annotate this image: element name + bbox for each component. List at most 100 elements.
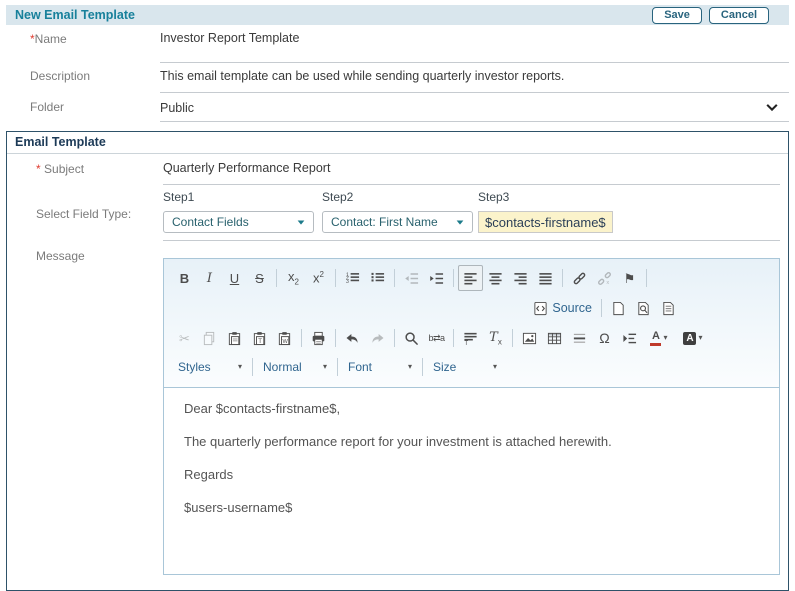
name-label: *Name — [6, 25, 160, 63]
step1-select[interactable]: Contact Fields — [163, 211, 314, 233]
toolbar-separator — [646, 269, 647, 287]
remove-format-button[interactable]: Tx — [483, 325, 508, 351]
select-all-button[interactable]: T — [458, 325, 483, 351]
underline-button[interactable]: U — [222, 265, 247, 291]
editor-content[interactable]: Dear $contacts-firstname$,The quarterly … — [164, 388, 779, 574]
horizontal-rule-button[interactable] — [567, 325, 592, 351]
combo-font[interactable]: Font▾ — [342, 356, 418, 378]
step2-select[interactable]: Contact: First Name — [322, 211, 473, 233]
copy-icon — [202, 331, 217, 346]
source-button[interactable]: Source — [528, 295, 597, 321]
combo-size-label: Size — [433, 360, 456, 374]
undo-button[interactable] — [340, 325, 365, 351]
replace-icon: b⇄a — [428, 334, 444, 343]
strike-icon: S — [255, 272, 264, 285]
step3-column: Step3 $contacts-firstname$ — [478, 189, 618, 240]
superscript-icon: x2 — [313, 271, 324, 284]
field-type-steps: Step1 Contact Fields Step2 Contact: Firs… — [163, 185, 780, 241]
required-mark: * — [36, 162, 41, 176]
preview-button[interactable] — [631, 295, 656, 321]
paste-button[interactable] — [222, 325, 247, 351]
header-bar: New Email Template Save Cancel — [6, 5, 789, 25]
combo-normal[interactable]: Normal▾ — [257, 356, 333, 378]
step2-value: Contact: First Name — [331, 215, 438, 229]
text-color-button[interactable]: A▾ — [642, 325, 676, 351]
anchor-button[interactable]: ⚑ — [617, 265, 642, 291]
templates-button[interactable] — [656, 295, 681, 321]
message-row: Message BIUSx2x2123x⚑ Source ✂TWb⇄aTTxΩA… — [7, 241, 788, 575]
toolbar-separator — [562, 269, 563, 287]
strike-button[interactable]: S — [247, 265, 272, 291]
indent-button[interactable] — [424, 265, 449, 291]
toolbar-separator — [394, 329, 395, 347]
numbered-list-icon: 123 — [345, 271, 360, 286]
subject-row: * Subject Quarterly Performance Report — [7, 154, 788, 185]
step1-label: Step1 — [163, 190, 322, 204]
paste-word-button[interactable]: W — [272, 325, 297, 351]
combo-styles[interactable]: Styles▾ — [172, 356, 248, 378]
source-button-label: Source — [552, 301, 592, 315]
toolbar-row-combos: Styles▾ Normal▾ Font▾ Size▾ — [172, 353, 771, 381]
redo-icon — [370, 331, 385, 346]
preview-icon — [636, 301, 651, 316]
bold-icon: B — [180, 272, 189, 285]
align-right-button[interactable] — [508, 265, 533, 291]
folder-label: Folder — [6, 93, 160, 122]
svg-text:x: x — [606, 280, 609, 286]
message-label: Message — [7, 241, 163, 575]
step3-merge-field-input[interactable]: $contacts-firstname$ — [478, 211, 613, 233]
bold-button[interactable]: B — [172, 265, 197, 291]
special-char-button[interactable]: Ω — [592, 325, 617, 351]
new-page-button[interactable] — [606, 295, 631, 321]
toolbar-separator — [301, 329, 302, 347]
bulleted-list-icon — [370, 271, 385, 286]
message-paragraph: Regards — [184, 467, 759, 482]
field-type-label: Select Field Type: — [7, 185, 163, 241]
cut-icon: ✂ — [179, 332, 190, 345]
image-button[interactable] — [517, 325, 542, 351]
align-left-button[interactable] — [458, 265, 483, 291]
template-info-form: *Name Investor Report Template Descripti… — [6, 25, 789, 122]
color-caret-icon: ▾ — [663, 334, 667, 342]
name-input[interactable]: Investor Report Template — [160, 25, 789, 63]
redo-button — [365, 325, 390, 351]
description-input[interactable]: This email template can be used while se… — [160, 63, 789, 93]
toolbar-separator — [337, 358, 338, 376]
cut-button: ✂ — [172, 325, 197, 351]
justify-button[interactable] — [533, 265, 558, 291]
link-button[interactable] — [567, 265, 592, 291]
toolbar-separator — [422, 358, 423, 376]
toolbar-separator — [252, 358, 253, 376]
page-break-button[interactable] — [617, 325, 642, 351]
subscript-icon: x2 — [288, 270, 299, 287]
svg-text:W: W — [283, 339, 289, 345]
bulleted-list-button[interactable] — [365, 265, 390, 291]
combo-normal-label: Normal — [263, 360, 302, 374]
step1-value: Contact Fields — [172, 215, 249, 229]
step2-label: Step2 — [322, 190, 478, 204]
paste-text-button[interactable]: T — [247, 325, 272, 351]
unlink-icon: x — [597, 271, 612, 286]
toolbar-separator — [335, 329, 336, 347]
superscript-button[interactable]: x2 — [306, 265, 331, 291]
replace-button[interactable]: b⇄a — [424, 325, 449, 351]
find-button[interactable] — [399, 325, 424, 351]
numbered-list-button[interactable]: 123 — [340, 265, 365, 291]
toolbar-separator — [335, 269, 336, 287]
cancel-button[interactable]: Cancel — [709, 7, 769, 24]
folder-row: Folder Public — [6, 93, 789, 122]
bg-color-button[interactable]: A▾ — [676, 325, 710, 351]
toolbar-separator — [512, 329, 513, 347]
paste-text-icon: T — [252, 331, 267, 346]
save-button[interactable]: Save — [652, 7, 702, 24]
subject-input[interactable]: Quarterly Performance Report — [163, 154, 780, 185]
print-button[interactable] — [306, 325, 331, 351]
italic-button[interactable]: I — [197, 265, 222, 291]
align-center-button[interactable] — [483, 265, 508, 291]
bg-color-icon: A — [683, 332, 696, 345]
description-label: Description — [6, 63, 160, 93]
combo-size[interactable]: Size▾ — [427, 356, 503, 378]
subscript-button[interactable]: x2 — [281, 265, 306, 291]
table-button[interactable] — [542, 325, 567, 351]
folder-select[interactable]: Public — [160, 93, 789, 122]
